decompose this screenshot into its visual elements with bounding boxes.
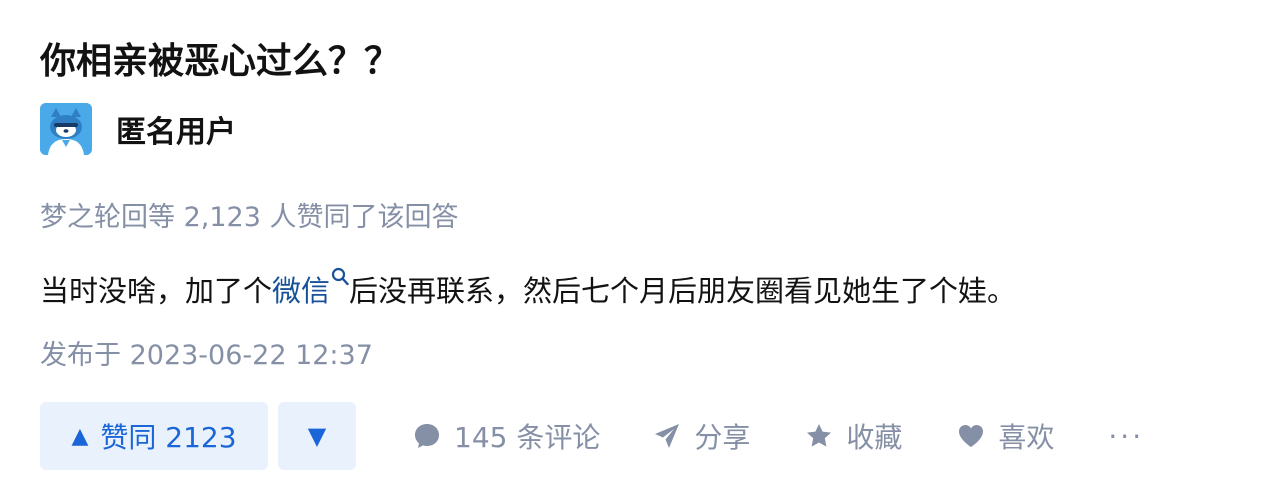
like-label: 喜欢 xyxy=(998,421,1055,454)
answer-content: 当时没啥，加了个微信 后没再联系，然后七个月后朋友圈看见她生了个娃。 xyxy=(40,266,1016,316)
search-icon[interactable] xyxy=(331,267,349,289)
action-bar: ▲ 赞同 2123 ▼ 145 条评论 分享 收藏 喜欢 ··· xyxy=(40,402,1240,470)
question-title[interactable]: 你相亲被恶心过么？？ xyxy=(40,36,400,88)
comments-button[interactable]: 145 条评论 xyxy=(412,416,600,456)
triangle-down-icon: ▼ xyxy=(307,422,327,450)
star-icon xyxy=(807,424,832,447)
author-name[interactable]: 匿名用户 xyxy=(116,107,236,151)
more-dots-icon: ··· xyxy=(1108,419,1145,453)
link-text[interactable]: 微信 xyxy=(272,274,330,308)
share-label: 分享 xyxy=(694,421,751,454)
answer-card: 你相亲被恶心过么？？ 匿名用户 梦之轮回等 2,123 人赞同了该回答 当时没啥… xyxy=(0,0,1280,502)
more-button[interactable]: ··· xyxy=(1108,420,1144,453)
favorite-label: 收藏 xyxy=(846,421,903,454)
author-info: 匿名用户 xyxy=(40,102,236,156)
avatar[interactable] xyxy=(40,103,92,155)
content-text-before: 当时没啥，加了个 xyxy=(40,274,273,308)
comment-bubble-icon xyxy=(415,424,439,448)
like-button[interactable]: 喜欢 xyxy=(956,416,1054,456)
upvote-button[interactable]: ▲ 赞同 2123 xyxy=(40,402,268,470)
upvote-label: 赞同 2123 xyxy=(100,421,237,454)
heart-icon xyxy=(959,425,984,447)
publish-time[interactable]: 发布于 2023-06-22 12:37 xyxy=(40,334,373,378)
voters-summary[interactable]: 梦之轮回等 2,123 人赞同了该回答 xyxy=(40,196,458,240)
share-button[interactable]: 分享 xyxy=(652,416,750,456)
wechat-search-link[interactable]: 微信 xyxy=(272,267,349,308)
comments-label: 145 条评论 xyxy=(454,421,601,454)
favorite-button[interactable]: 收藏 xyxy=(804,416,902,456)
paper-plane-icon xyxy=(655,424,680,448)
triangle-up-icon: ▲ xyxy=(71,423,89,449)
content-text-after: 后没再联系，然后七个月后朋友圈看见她生了个娃。 xyxy=(349,274,1017,308)
downvote-button[interactable]: ▼ xyxy=(278,402,356,470)
